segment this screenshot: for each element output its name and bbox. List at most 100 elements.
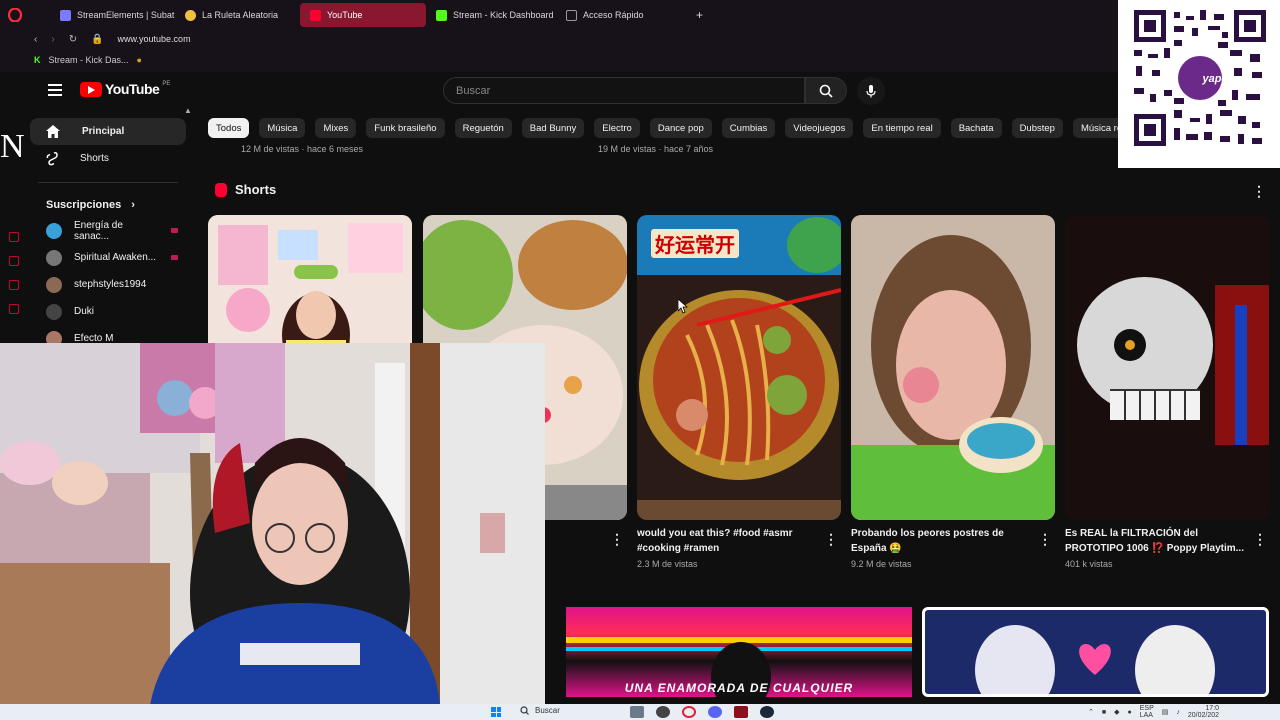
more-options-icon[interactable]: ⋮: [1253, 532, 1267, 546]
sidebar-app-icon[interactable]: [9, 256, 19, 266]
more-options-icon[interactable]: ⋮: [824, 532, 838, 546]
windows-start-icon[interactable]: [491, 707, 501, 717]
sidebar-app-icon[interactable]: [9, 280, 19, 290]
opera-taskbar-icon[interactable]: [682, 706, 696, 718]
network-icon[interactable]: ▤: [1162, 708, 1169, 716]
more-options-icon[interactable]: ⋮: [1038, 532, 1052, 546]
chip[interactable]: Música regional: [1072, 118, 1118, 138]
tab-label: La Ruleta Aleatoria: [202, 10, 279, 20]
chip[interactable]: Reguetón: [454, 118, 512, 138]
sidebar-toggle-icon[interactable]: [30, 3, 50, 27]
chip[interactable]: Bad Bunny: [521, 118, 585, 138]
more-options-icon[interactable]: ⋮: [1252, 184, 1266, 198]
forward-icon[interactable]: ›: [51, 34, 54, 45]
discord-taskbar-icon[interactable]: [708, 706, 722, 718]
more-options-icon[interactable]: ⋮: [610, 532, 624, 546]
short-thumbnail-3[interactable]: 好运常开: [637, 215, 841, 520]
short-title[interactable]: Es REAL la FILTRACIÓN del PROTOTIPO 1006…: [1065, 526, 1245, 556]
video-thumbnail[interactable]: [922, 607, 1269, 697]
taskbar-apps: [630, 706, 774, 718]
short-title[interactable]: Probando los peores postres de España 🤮: [851, 526, 1031, 556]
tab-acceso-rapido[interactable]: Acceso Rápido: [556, 3, 686, 27]
avatar: [46, 276, 62, 293]
address-bar: ‹ › ↻ 🔒 www.youtube.com: [0, 30, 1120, 48]
divider: [38, 182, 178, 183]
subscription-item[interactable]: Energía de sanac...: [30, 217, 186, 244]
short-title[interactable]: would you eat this? #food #asmr #cooking…: [637, 526, 817, 556]
youtube-header: YouTube PE Buscar: [28, 72, 1118, 110]
chip-todos[interactable]: Todos: [208, 118, 250, 138]
mouse-cursor-icon: [678, 299, 688, 314]
new-tab-button[interactable]: +: [686, 3, 706, 27]
chevron-up-icon[interactable]: ⌃: [1088, 708, 1094, 716]
chip[interactable]: En tiempo real: [863, 118, 941, 138]
subscription-item[interactable]: stephstyles1994: [30, 271, 186, 298]
chip[interactable]: Cumbias: [721, 118, 776, 138]
short-thumbnail-4[interactable]: [851, 215, 1055, 520]
lock-icon: 🔒: [91, 33, 104, 45]
chip[interactable]: Bachata: [950, 118, 1002, 138]
live-indicator-icon: [171, 228, 178, 233]
screen: StreamElements | Subatho La Ruleta Aleat…: [0, 0, 1280, 720]
speed-dial-icon: [566, 9, 577, 21]
subscriptions-label: Suscripciones: [46, 199, 122, 211]
search-icon: [819, 84, 833, 98]
language-indicator[interactable]: ESP LAA: [1140, 705, 1154, 719]
taskbar-app-icon[interactable]: [734, 706, 748, 718]
tab-ruleta[interactable]: La Ruleta Aleatoria: [175, 3, 300, 27]
search-button[interactable]: [805, 77, 847, 104]
webcam-overlay: [0, 343, 545, 705]
youtube-logo[interactable]: YouTube PE: [80, 81, 170, 97]
reload-icon[interactable]: ↻: [69, 34, 77, 45]
volume-icon[interactable]: ♪: [1176, 709, 1180, 716]
extension-icon[interactable]: ●: [137, 55, 142, 65]
chip[interactable]: Electro: [594, 118, 640, 138]
tray-app-icon[interactable]: ■: [1102, 709, 1106, 716]
chip[interactable]: Funk brasileño: [366, 118, 445, 138]
chip[interactable]: Música: [259, 118, 306, 138]
category-chips: Todos Música Mixes Funk brasileño Reguet…: [208, 118, 1118, 140]
video-thumbnail[interactable]: UNA ENAMORADA DE CUALQUIER: [566, 607, 912, 697]
youtube-favicon-icon: [310, 9, 321, 21]
chip[interactable]: Dance pop: [649, 118, 712, 138]
bookmarks-bar: K Stream - Kick Das... ●: [0, 48, 1120, 72]
sidebar-item-shorts[interactable]: Shorts: [30, 145, 186, 172]
taskbar-app-icon[interactable]: [630, 706, 644, 718]
subscriptions-heading[interactable]: Suscripciones ›: [30, 193, 186, 217]
chip[interactable]: Mixes: [315, 118, 357, 138]
back-icon[interactable]: ‹: [34, 34, 37, 45]
video-meta: 19 M de vistas · hace 7 años: [598, 144, 714, 154]
voice-search-button[interactable]: [857, 77, 885, 105]
chip[interactable]: Dubstep: [1011, 118, 1063, 138]
video-thumbnail-image: [925, 610, 1266, 694]
chevron-right-icon: ›: [131, 199, 135, 211]
clock[interactable]: 17:0 20/02/202: [1188, 705, 1219, 719]
bookmark-kick[interactable]: Stream - Kick Das...: [49, 55, 129, 65]
sidebar-app-icon[interactable]: [9, 304, 19, 314]
tray-app-icon[interactable]: ◆: [1114, 708, 1119, 716]
subscription-item[interactable]: Spiritual Awaken...: [30, 244, 186, 271]
tray-app-icon[interactable]: ●: [1128, 709, 1132, 716]
sidebar-app-icon[interactable]: [9, 232, 19, 242]
tab-streamelements[interactable]: StreamElements | Subatho: [50, 3, 175, 27]
ruleta-favicon-icon: [185, 9, 196, 21]
steam-taskbar-icon[interactable]: [760, 706, 774, 718]
shorts-section-heading: Shorts: [215, 182, 276, 197]
taskbar-search[interactable]: Buscar: [520, 706, 560, 715]
subscription-item[interactable]: Duki: [30, 298, 186, 325]
tab-youtube[interactable]: YouTube: [300, 3, 426, 27]
menu-icon[interactable]: [48, 84, 62, 96]
subscription-label: Energía de sanac...: [74, 219, 123, 242]
avatar: [46, 249, 62, 266]
tab-kick[interactable]: Stream - Kick Dashboard: [426, 3, 556, 27]
short-thumbnail-5[interactable]: [1065, 215, 1269, 520]
country-code: PE: [162, 81, 171, 87]
side-letter: N: [0, 128, 25, 165]
avatar: [46, 222, 62, 239]
taskbar-app-icon[interactable]: [656, 706, 670, 718]
opera-logo-icon[interactable]: [0, 0, 30, 30]
sidebar-item-principal[interactable]: Principal: [30, 118, 186, 145]
url-field[interactable]: www.youtube.com: [118, 34, 191, 44]
chip[interactable]: Videojuegos: [785, 118, 854, 138]
search-input[interactable]: Buscar: [443, 77, 805, 104]
